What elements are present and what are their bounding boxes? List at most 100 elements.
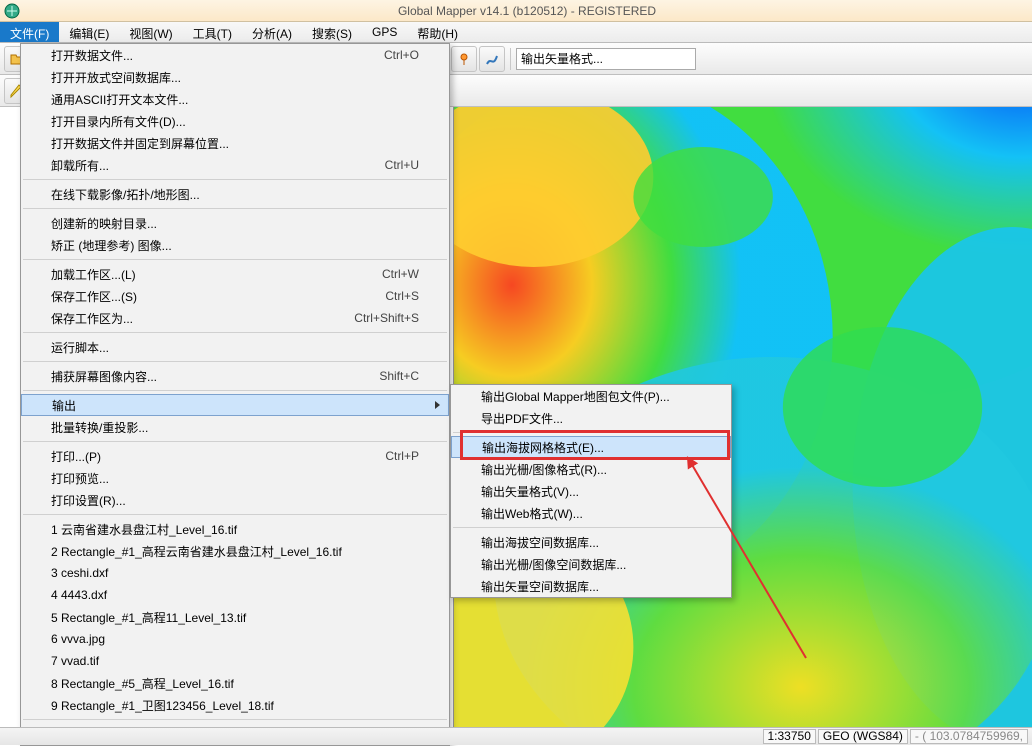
menu-item[interactable]: 在线下载影像/拓扑/地形图... [21, 183, 449, 205]
menubar: 文件(F)编辑(E)视图(W)工具(T)分析(A)搜索(S)GPS帮助(H) [0, 22, 1032, 43]
menu-item[interactable]: 1 云南省建水县盘江村_Level_16.tif [21, 518, 449, 540]
submenu-item[interactable]: 输出Web格式(W)... [451, 502, 731, 524]
menu-separator [23, 719, 447, 720]
menu-item-label: 打印预览... [51, 470, 109, 487]
menu-item-label: 2 Rectangle_#1_高程云南省建水县盘江村_Level_16.tif [51, 543, 342, 560]
menu-shortcut: Ctrl+P [385, 449, 419, 463]
menu-item[interactable]: 打开数据文件并固定到屏幕位置... [21, 132, 449, 154]
menu-item-label: 打开数据文件... [51, 47, 133, 64]
menu-item[interactable]: 捕获屏幕图像内容... Shift+C [21, 365, 449, 387]
menu-item[interactable]: 3 ceshi.dxf [21, 562, 449, 584]
chevron-right-icon [435, 401, 440, 409]
menu-shortcut: Shift+C [379, 369, 419, 383]
menu-item[interactable]: 7 vvad.tif [21, 650, 449, 672]
menu-item[interactable]: 8 Rectangle_#5_高程_Level_16.tif [21, 672, 449, 694]
menu-separator [23, 208, 447, 209]
menu-separator [23, 514, 447, 515]
menu-separator [23, 259, 447, 260]
menu-item-label: 1 云南省建水县盘江村_Level_16.tif [51, 521, 237, 538]
pin-button[interactable] [451, 46, 477, 72]
menu-item-label: 矫正 (地理参考) 图像... [51, 237, 172, 254]
menu-item-label: 运行脚本... [51, 339, 109, 356]
menu-item[interactable]: 搜索(S) [302, 22, 362, 42]
app-icon [4, 3, 20, 19]
menu-item[interactable]: 5 Rectangle_#1_高程11_Level_13.tif [21, 606, 449, 628]
menu-item-label: 通用ASCII打开文本文件... [51, 91, 188, 108]
submenu-item[interactable]: 输出光栅/图像格式(R)... [451, 458, 731, 480]
menu-item-label: 批量转换/重投影... [51, 419, 148, 436]
menu-item[interactable]: 通用ASCII打开文本文件... [21, 88, 449, 110]
titlebar: Global Mapper v14.1 (b120512) - REGISTER… [0, 0, 1032, 22]
submenu-item[interactable]: 输出海拔网格格式(E)... [451, 436, 731, 458]
menu-separator [453, 527, 729, 528]
submenu-item[interactable]: 输出矢量格式(V)... [451, 480, 731, 502]
menu-separator [23, 390, 447, 391]
menu-item-label: 4 4443.dxf [51, 588, 107, 602]
menu-item[interactable]: 卸载所有...Ctrl+U [21, 154, 449, 176]
menu-item[interactable]: 打印预览... [21, 467, 449, 489]
submenu-item[interactable]: 输出光栅/图像空间数据库... [451, 553, 731, 575]
menu-item-label: 6 vvva.jpg [51, 632, 105, 646]
submenu-item[interactable]: 输出矢量空间数据库... [451, 575, 731, 597]
menu-shortcut: Ctrl+O [384, 48, 419, 62]
menu-item[interactable]: 文件(F) [0, 22, 59, 42]
menu-item[interactable]: 工具(T) [183, 22, 242, 42]
menu-item-label: 打印...(P) [51, 448, 101, 465]
export-submenu: 输出Global Mapper地图包文件(P)...导出PDF文件... 输出海拔… [450, 384, 732, 598]
menu-separator [23, 179, 447, 180]
export-combo[interactable]: 输出矢量格式... [516, 48, 696, 70]
statusbar: 1:33750 GEO (WGS84) - ( 103.0784759969, [0, 727, 1032, 745]
menu-item-label: 8 Rectangle_#5_高程_Level_16.tif [51, 675, 234, 692]
menu-shortcut: Ctrl+W [382, 267, 419, 281]
route-button[interactable] [479, 46, 505, 72]
menu-item-label: 打开开放式空间数据库... [51, 69, 181, 86]
menu-item-label: 加载工作区...(L) [51, 266, 136, 283]
menu-item-label: 卸载所有... [51, 157, 109, 174]
menu-item[interactable]: 打印设置(R)... [21, 489, 449, 511]
menu-item-label: 在线下载影像/拓扑/地形图... [51, 186, 200, 203]
menu-item[interactable]: 矫正 (地理参考) 图像... [21, 234, 449, 256]
menu-item[interactable]: 运行脚本... [21, 336, 449, 358]
menu-item[interactable]: 2 Rectangle_#1_高程云南省建水县盘江村_Level_16.tif [21, 540, 449, 562]
menu-item-label: 3 ceshi.dxf [51, 566, 108, 580]
menu-item-label: 7 vvad.tif [51, 654, 99, 668]
menu-item-label: 保存工作区...(S) [51, 288, 137, 305]
menu-item-export[interactable]: 输出 [21, 394, 449, 416]
menu-item[interactable]: 批量转换/重投影... [21, 416, 449, 438]
export-combo-text: 输出矢量格式... [521, 50, 603, 67]
status-projection: GEO (WGS84) [818, 729, 908, 744]
menu-item[interactable]: 打开目录内所有文件(D)... [21, 110, 449, 132]
menu-item-label: 9 Rectangle_#1_卫图123456_Level_18.tif [51, 697, 274, 714]
menu-item[interactable]: 保存工作区为...Ctrl+Shift+S [21, 307, 449, 329]
menu-item[interactable]: 视图(W) [119, 22, 182, 42]
menu-item-label: 捕获屏幕图像内容... [51, 368, 157, 385]
submenu-item[interactable]: 输出Global Mapper地图包文件(P)... [451, 385, 731, 407]
menu-item[interactable]: GPS [362, 22, 407, 42]
menu-item[interactable]: 打开数据文件... Ctrl+O [21, 44, 449, 66]
menu-item-label: 打开目录内所有文件(D)... [51, 113, 186, 130]
menu-item[interactable]: 打开开放式空间数据库... [21, 66, 449, 88]
menu-item-label: 保存工作区为... [51, 310, 133, 327]
menu-item-label: 创建新的映射目录... [51, 215, 157, 232]
menu-separator [23, 361, 447, 362]
menu-item[interactable]: 加载工作区...(L) Ctrl+W [21, 263, 449, 285]
menu-item[interactable]: 帮助(H) [407, 22, 468, 42]
menu-item[interactable]: 保存工作区...(S) Ctrl+S [21, 285, 449, 307]
menu-item[interactable]: 创建新的映射目录... [21, 212, 449, 234]
menu-item-label: 打开数据文件并固定到屏幕位置... [51, 135, 229, 152]
menu-item[interactable]: 打印...(P) Ctrl+P [21, 445, 449, 467]
menu-item[interactable]: 分析(A) [242, 22, 302, 42]
submenu-item[interactable]: 导出PDF文件... [451, 407, 731, 429]
menu-item-label: 打印设置(R)... [51, 492, 126, 509]
menu-shortcut: Ctrl+S [385, 289, 419, 303]
menu-item-label: 输出 [52, 397, 76, 414]
menu-item[interactable]: 6 vvva.jpg [21, 628, 449, 650]
menu-separator [453, 432, 729, 433]
file-menu-dropdown: 打开数据文件... Ctrl+O 打开开放式空间数据库... 通用ASCII打开文本文… [20, 43, 450, 746]
submenu-item[interactable]: 输出海拔空间数据库... [451, 531, 731, 553]
window-title: Global Mapper v14.1 (b120512) - REGISTER… [26, 4, 1028, 18]
menu-separator [23, 441, 447, 442]
menu-item[interactable]: 编辑(E) [59, 22, 119, 42]
menu-item[interactable]: 9 Rectangle_#1_卫图123456_Level_18.tif [21, 694, 449, 716]
menu-item[interactable]: 4 4443.dxf [21, 584, 449, 606]
